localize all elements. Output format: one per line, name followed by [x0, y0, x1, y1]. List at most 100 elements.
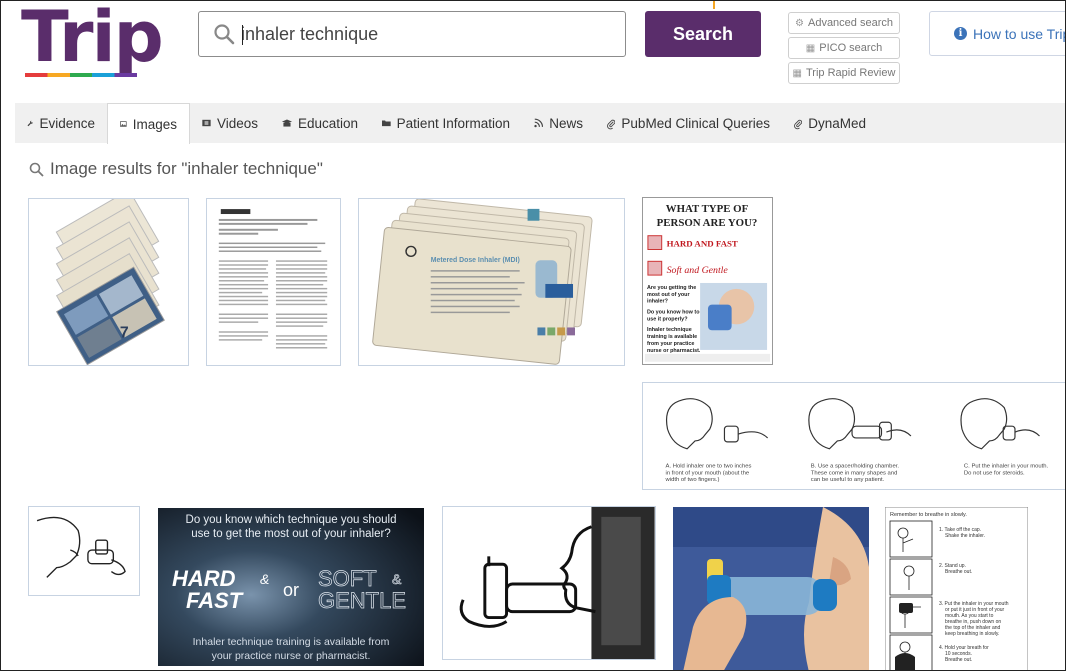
tab-news-label: News [549, 115, 583, 131]
image-result-steps-sheet[interactable]: Remember to breathe in slowly. 1. Take o… [885, 507, 1028, 670]
tab-images[interactable]: Images [107, 103, 190, 144]
logo-color-bar [25, 73, 137, 77]
image-result-pixel-drawing[interactable] [442, 506, 656, 660]
steps-header: Remember to breathe in slowly. [890, 512, 967, 518]
poster-soft-gentle: Soft and Gentle [667, 265, 729, 276]
image-icon [120, 121, 127, 127]
tab-evidence[interactable]: Evidence [15, 103, 107, 143]
svg-text:most out of your: most out of your [647, 292, 691, 298]
image-result-small-drawing[interactable] [28, 506, 140, 596]
search-input[interactable] [241, 12, 611, 56]
svg-text:in front of your mouth (about: in front of your mouth (about the [666, 470, 750, 476]
steps-sheet: Remember to breathe in slowly. 1. Take o… [885, 507, 1028, 670]
film-icon [202, 119, 211, 127]
svg-text:inhaler?: inhaler? [647, 299, 668, 305]
svg-text:Breathe out.: Breathe out. [945, 569, 972, 575]
image-result-spacer-photo[interactable] [673, 507, 869, 670]
results-heading-text: Image results for "inhaler technique" [50, 159, 323, 178]
tab-videos-label: Videos [216, 115, 258, 131]
advanced-search-button[interactable]: ⚙ Advanced search [788, 12, 900, 34]
svg-text:Do you know how to: Do you know how to [647, 309, 700, 315]
hard-soft-poster: Do you know which technique you should u… [158, 508, 424, 666]
stacked-cards-image: 7 [29, 199, 188, 365]
mdi-card-title: Metered Dose Inhaler (MDI) [431, 257, 520, 264]
svg-text:your practice nurse or pharmac: your practice nurse or pharmacist. [212, 650, 371, 662]
spacer-photo [673, 507, 869, 670]
tab-patient-information[interactable]: Patient Information [370, 103, 522, 143]
pico-search-button[interactable]: ▦ PICO search [788, 37, 900, 59]
poster-hard-fast: HARD AND FAST [667, 239, 738, 249]
search-icon [214, 24, 235, 45]
poster-amp-1: & [260, 571, 269, 587]
tab-education-label: Education [297, 115, 358, 131]
image-result-mdi-cards[interactable]: Metered Dose Inhaler (MDI) [358, 198, 625, 366]
grid-icon: ▦ [792, 67, 802, 79]
svg-text:use to get the most out of you: use to get the most out of your inhaler? [191, 528, 390, 540]
trip-logo[interactable]: Trip [21, 0, 164, 81]
wrench-icon [27, 120, 33, 126]
card-number: 7 [120, 324, 129, 341]
svg-text:A. Hold inhaler one to two inc: A. Hold inhaler one to two inches [666, 463, 752, 469]
svg-text:Breathe out.: Breathe out. [945, 657, 972, 663]
tab-images-label: Images [132, 116, 177, 132]
inhaler-pixel-drawing [443, 507, 655, 659]
svg-text:can be useful to any patient.: can be useful to any patient. [811, 477, 885, 483]
poster-gentle: GENTLE [318, 588, 406, 613]
image-result-inhaler-diagram[interactable]: A. Hold inhaler one to two inches in fron… [642, 382, 1065, 490]
grid-icon: ▦ [805, 42, 816, 54]
search-button[interactable]: Search [645, 11, 761, 57]
pico-search-label: PICO search [819, 42, 883, 54]
poster-or: or [283, 580, 299, 600]
svg-text:Are you getting the: Are you getting the [647, 285, 696, 291]
svg-text:training is available: training is available [647, 334, 697, 340]
folder-icon [382, 120, 391, 127]
rapid-review-button[interactable]: ▦ Trip Rapid Review [788, 62, 900, 84]
results-heading: Image results for "inhaler technique" [29, 159, 323, 179]
education-icon [282, 119, 292, 127]
svg-text:width of two fingers.): width of two fingers.) [665, 477, 720, 483]
advanced-search-label: Advanced search [807, 17, 893, 29]
svg-text:Do not use for steroids.: Do not use for steroids. [964, 470, 1025, 476]
tab-evidence-label: Evidence [39, 115, 95, 131]
poster-fast: FAST [186, 588, 244, 613]
info-icon: i [954, 27, 967, 40]
inhaler-line-drawing [29, 507, 139, 595]
svg-text:These come in many shapes and: These come in many shapes and [811, 470, 898, 476]
person-type-poster: WHAT TYPE OF PERSON ARE YOU? HARD AND FAS… [643, 198, 772, 364]
tab-pubmed-clinical-queries[interactable]: PubMed Clinical Queries [595, 103, 782, 143]
svg-text:use it properly?: use it properly? [647, 316, 688, 322]
document-page-image [207, 199, 340, 365]
tab-dynamed[interactable]: DynaMed [782, 103, 878, 143]
tab-education[interactable]: Education [270, 103, 370, 143]
gear-icon: ⚙ [795, 17, 804, 29]
text-caret [242, 25, 243, 45]
paperclip-icon [607, 119, 616, 129]
search-icon [29, 162, 44, 177]
tab-patient-information-label: Patient Information [396, 115, 510, 131]
image-result-cards[interactable]: 7 [28, 198, 189, 366]
how-to-use-button[interactable]: i How to use Trip [929, 11, 1066, 56]
tab-videos[interactable]: Videos [190, 103, 270, 143]
svg-text:keep breathing in slowly.: keep breathing in slowly. [945, 631, 999, 637]
paperclip-icon [794, 119, 803, 129]
svg-text:Do you know which technique yo: Do you know which technique you should [186, 514, 397, 526]
mdi-cards-image: Metered Dose Inhaler (MDI) [359, 199, 624, 365]
browser-frame: Trip Search ⚙ Advanced search ▦ PICO sea… [0, 0, 1066, 671]
tab-pubmed-label: PubMed Clinical Queries [621, 115, 770, 131]
logo-text: Trip [21, 0, 164, 78]
svg-text:Inhaler technique training is: Inhaler technique training is available … [193, 636, 390, 648]
tab-dynamed-label: DynaMed [808, 115, 866, 131]
tab-news[interactable]: News [522, 103, 595, 143]
svg-text:Shake the inhaler.: Shake the inhaler. [945, 533, 985, 539]
svg-text:nurse or pharmacist.: nurse or pharmacist. [647, 348, 701, 354]
image-result-document[interactable] [206, 198, 341, 366]
rss-icon [534, 118, 544, 128]
how-to-use-label: How to use Trip [973, 25, 1066, 42]
decorative-tick [713, 1, 715, 9]
image-result-hard-soft-poster[interactable]: Do you know which technique you should u… [158, 508, 424, 666]
image-result-person-poster[interactable]: WHAT TYPE OF PERSON ARE YOU? HARD AND FAS… [642, 197, 773, 365]
svg-text:Inhaler technique: Inhaler technique [647, 327, 692, 333]
svg-text:from your practice: from your practice [647, 341, 694, 347]
poster-amp-2: & [392, 571, 402, 587]
search-box[interactable] [198, 11, 626, 57]
